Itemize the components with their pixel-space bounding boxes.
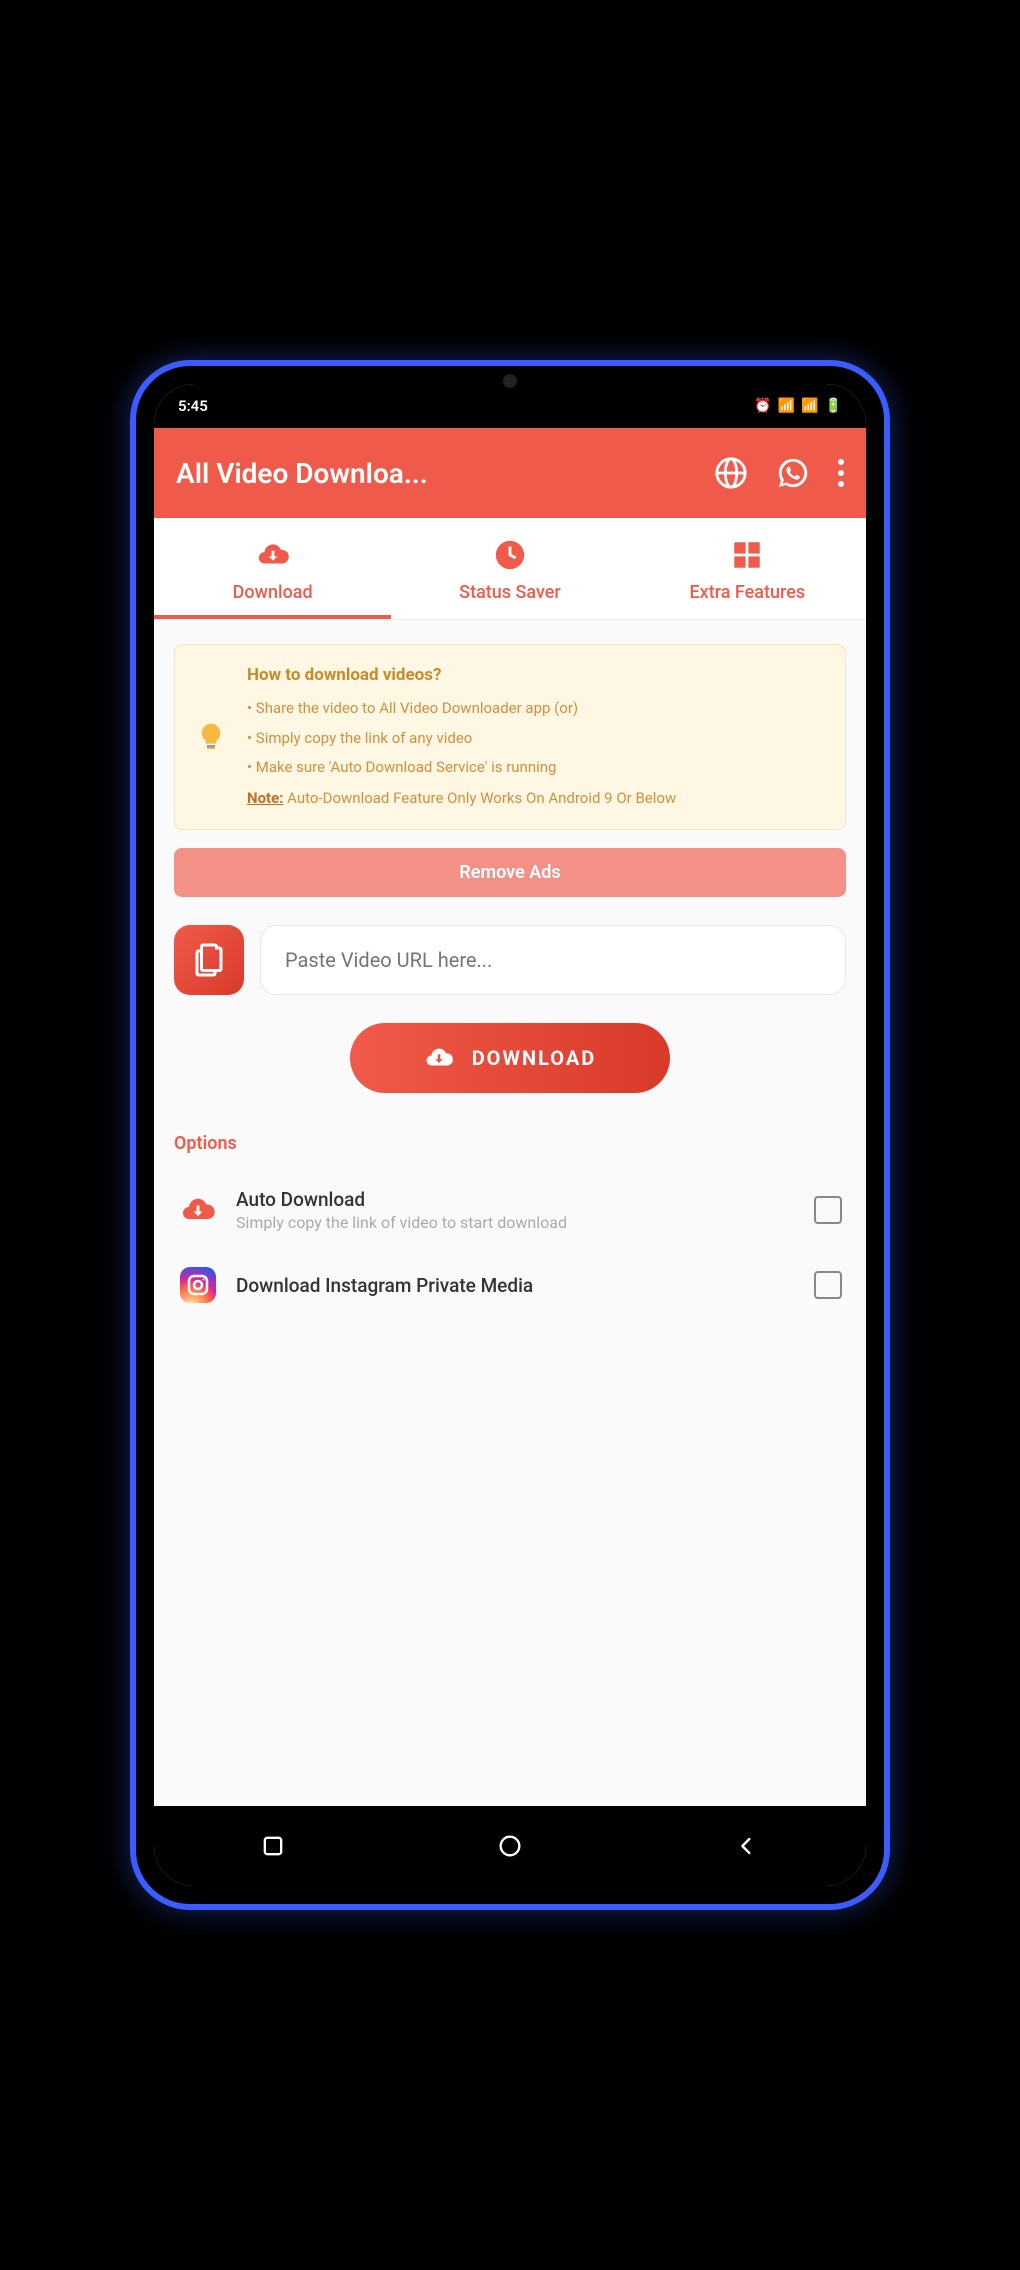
status-bar: 5:45 ⏰📶📶🔋 <box>154 384 866 428</box>
info-box: How to download videos? • Share the vide… <box>174 644 846 830</box>
android-nav-bar <box>154 1806 866 1886</box>
option-instagram-private[interactable]: Download Instagram Private Media <box>174 1249 846 1321</box>
info-title: How to download videos? <box>247 665 825 685</box>
cloud-download-icon <box>178 1190 218 1230</box>
status-icons: ⏰📶📶🔋 <box>754 398 842 414</box>
tab-label: Status Saver <box>459 582 561 603</box>
info-line: • Make sure 'Auto Download Service' is r… <box>247 758 825 778</box>
app-title: All Video Downloa... <box>176 457 714 490</box>
paste-button[interactable] <box>174 925 244 995</box>
url-input[interactable] <box>260 925 846 995</box>
info-line: • Share the video to All Video Downloade… <box>247 699 825 719</box>
info-note: Note: Auto-Download Feature Only Works O… <box>247 788 825 809</box>
tab-label: Download <box>233 582 313 603</box>
tab-status-saver[interactable]: Status Saver <box>391 518 628 619</box>
option-auto-download[interactable]: Auto Download Simply copy the link of vi… <box>174 1172 846 1250</box>
main-content: How to download videos? • Share the vide… <box>154 620 866 1818</box>
status-icon <box>493 538 527 572</box>
back-icon[interactable] <box>733 1832 761 1860</box>
download-button-label: DOWNLOAD <box>472 1046 597 1070</box>
option-checkbox[interactable] <box>814 1271 842 1299</box>
option-checkbox[interactable] <box>814 1196 842 1224</box>
option-title: Download Instagram Private Media <box>236 1274 796 1297</box>
remove-ads-button[interactable]: Remove Ads <box>174 848 846 897</box>
lightbulb-icon <box>195 721 227 753</box>
clipboard-icon <box>191 942 227 978</box>
whatsapp-icon[interactable] <box>776 456 810 490</box>
cloud-download-icon <box>256 538 290 572</box>
cloud-download-icon <box>424 1043 454 1073</box>
tab-label: Extra Features <box>690 582 806 603</box>
language-icon[interactable] <box>714 456 748 490</box>
grid-icon <box>730 538 764 572</box>
app-bar: All Video Downloa... <box>154 428 866 518</box>
option-subtitle: Simply copy the link of video to start d… <box>236 1213 796 1234</box>
download-button[interactable]: DOWNLOAD <box>350 1023 670 1093</box>
tab-extra-features[interactable]: Extra Features <box>629 518 866 619</box>
instagram-icon <box>178 1265 218 1305</box>
info-line: • Simply copy the link of any video <box>247 729 825 749</box>
home-icon[interactable] <box>496 1832 524 1860</box>
more-menu-icon[interactable] <box>838 459 844 487</box>
option-title: Auto Download <box>236 1188 796 1211</box>
status-time: 5:45 <box>178 397 208 415</box>
options-heading: Options <box>174 1133 846 1154</box>
tabs: Download Status Saver Extra Features <box>154 518 866 620</box>
tab-download[interactable]: Download <box>154 518 391 619</box>
recent-apps-icon[interactable] <box>259 1832 287 1860</box>
